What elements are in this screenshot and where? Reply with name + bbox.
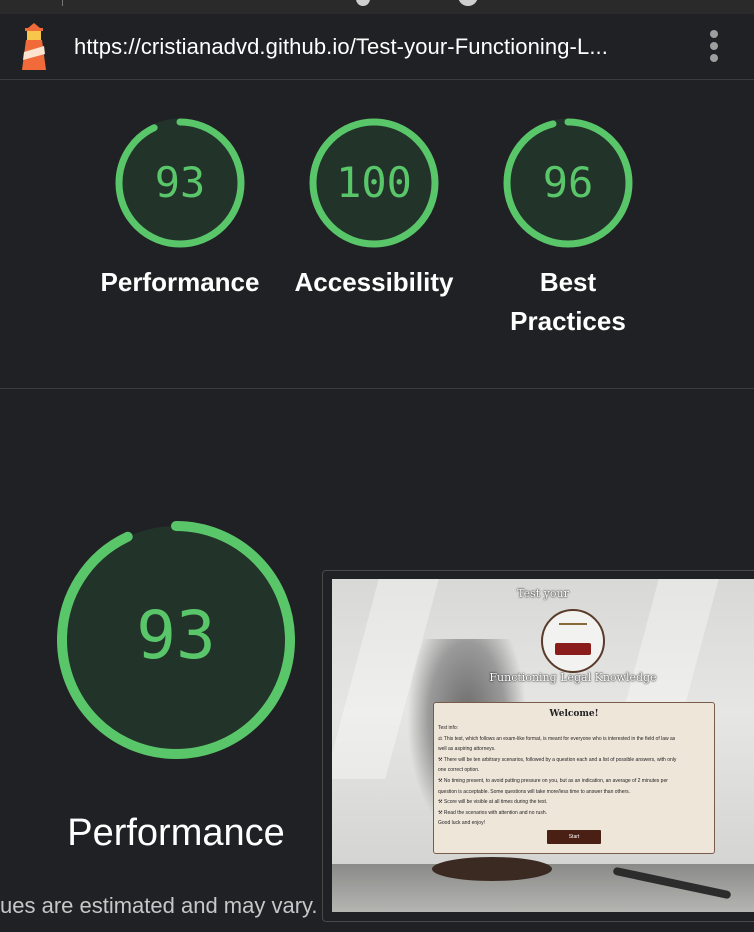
report-url[interactable]: https://cristianadvd.github.io/Test-your… — [74, 34, 674, 60]
gauge-ring: 100 — [309, 118, 439, 248]
law-emblem-icon — [541, 609, 605, 673]
welcome-heading: Welcome! — [549, 709, 599, 719]
more-options-icon[interactable] — [706, 30, 722, 64]
final-screenshot[interactable]: Test your Functioning Legal Knowledge We… — [332, 579, 754, 912]
info-line: question is acceptable. Some questions w… — [438, 788, 631, 795]
gauge-score: 93 — [155, 158, 206, 207]
lighthouse-icon — [22, 23, 46, 70]
gauge-best-practices[interactable]: 96 Best Practices — [498, 113, 638, 336]
info-line: Good luck and enjoy! — [438, 820, 485, 827]
gauge-score: 100 — [336, 158, 412, 207]
browser-top-strip — [0, 0, 754, 15]
preview-title-bottom: Functioning Legal Knowledge — [489, 671, 657, 684]
gauge-label: Performance — [100, 267, 260, 297]
gauge-label: Accessibility — [294, 267, 454, 297]
tab-separator — [62, 0, 63, 6]
performance-title: Performance — [67, 812, 285, 854]
performance-score: 93 — [136, 597, 215, 674]
gauge-label: Best Practices — [458, 263, 678, 341]
info-line: one correct option. — [438, 767, 480, 774]
gauge-label-line1: Best — [539, 267, 597, 297]
test-info: Test info: ⚖ This test, which follows an… — [438, 723, 708, 829]
toolbar-icon-small[interactable] — [356, 0, 370, 6]
performance-score-gauge: 93 — [57, 521, 295, 759]
start-button[interactable]: Start — [547, 830, 601, 844]
gavel — [432, 857, 552, 881]
gauge-score: 96 — [543, 158, 594, 207]
gauge-ring: 96 — [503, 118, 633, 248]
info-line: ⚒ Read the scenarios with attention and … — [438, 809, 547, 816]
gauge-label-line2: Practices — [510, 306, 626, 336]
estimate-note: ues are estimated and may vary. The — [0, 893, 362, 918]
section-divider — [0, 388, 754, 389]
toolbar-icon[interactable] — [458, 0, 478, 6]
info-line: ⚖ This test, which follows an exam-like … — [438, 735, 676, 742]
info-line: well as aspiring attorneys. — [438, 746, 496, 753]
gauge-performance[interactable]: 93 Performance — [101, 113, 259, 297]
preview-title-top: Test your — [517, 587, 569, 600]
report-url-bar: https://cristianadvd.github.io/Test-your… — [0, 14, 754, 80]
info-line: ⚒ Score will be visible at all times dur… — [438, 799, 548, 806]
gauge-ring: 93 — [115, 118, 245, 248]
welcome-card: Welcome! Test info: ⚖ This test, which f… — [433, 702, 715, 854]
info-line: ⚒ There will be ten arbitrary scenarios,… — [438, 756, 677, 763]
gauge-accessibility[interactable]: 100 Accessibility — [295, 113, 453, 297]
info-line: ⚒ No timing present, to avoid putting pr… — [438, 777, 668, 784]
info-line: Test info: — [438, 725, 459, 731]
